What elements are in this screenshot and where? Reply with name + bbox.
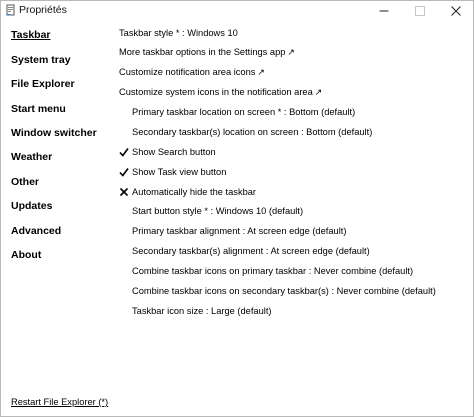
option-primary-taskbar-alignment[interactable]: Primary taskbar alignment : At screen ed… [132,226,346,236]
option-label: Combine taskbar icons on primary taskbar… [132,266,414,276]
restart-explorer-link[interactable]: Restart File Explorer (*) [11,397,108,407]
option-label: Taskbar icon size : Large (default) [132,306,272,316]
option-label: Primary taskbar location on screen * : B… [132,107,356,117]
option-label: Automatically hide the taskbar [132,187,257,197]
option-taskbar-style[interactable]: Taskbar style * : Windows 10 [119,28,238,38]
checkmark-icon [119,168,129,177]
close-icon [451,6,461,16]
option-label: Customize notification area icons [119,67,256,77]
option-secondary-taskbar-location[interactable]: Secondary taskbar(s) location on screen … [132,127,372,137]
title-bar[interactable]: Propriétés [1,1,473,21]
cross-icon [119,187,129,197]
option-label: Combine taskbar icons on secondary taskb… [132,286,436,296]
option-label: Primary taskbar alignment : At screen ed… [132,226,347,236]
minimize-button[interactable] [366,1,402,21]
option-combine-secondary-icons[interactable]: Combine taskbar icons on secondary taskb… [132,286,436,296]
option-label: Customize system icons in the notificati… [119,87,313,97]
option-notification-icons-link[interactable]: Customize notification area icons ↗ [119,67,265,78]
option-start-button-style[interactable]: Start button style * : Windows 10 (defau… [132,206,303,216]
option-label: Secondary taskbar(s) location on screen … [132,127,373,137]
option-label: Secondary taskbar(s) alignment : At scre… [132,246,370,256]
close-button[interactable] [438,1,473,21]
option-settings-app-link[interactable]: More taskbar options in the Settings app… [119,47,295,58]
external-link-icon: ↗ [257,67,265,77]
option-show-task-view-button[interactable]: Show Task view button [132,167,226,177]
properties-window: Propriétés Taskbar System tray File Expl… [0,0,474,417]
checkmark-icon [119,148,129,157]
window-title: Propriétés [19,4,67,16]
options-panel: Taskbar style * : Windows 10 More taskba… [1,23,473,383]
option-primary-taskbar-location[interactable]: Primary taskbar location on screen * : B… [132,107,355,117]
option-label: Show Task view button [132,167,227,177]
option-system-icons-link[interactable]: Customize system icons in the notificati… [119,87,322,98]
option-label: More taskbar options in the Settings app [119,47,286,57]
maximize-icon [415,6,425,16]
app-icon [6,4,15,16]
option-show-search-button[interactable]: Show Search button [132,147,216,157]
external-link-icon: ↗ [314,87,323,97]
external-link-icon: ↗ [287,47,295,57]
option-auto-hide-taskbar[interactable]: Automatically hide the taskbar [132,187,256,197]
option-label: Show Search button [132,147,216,157]
option-combine-primary-icons[interactable]: Combine taskbar icons on primary taskbar… [132,266,413,276]
option-label: Start button style * : Windows 10 (defau… [132,206,304,216]
option-taskbar-icon-size[interactable]: Taskbar icon size : Large (default) [132,306,272,316]
option-label: Taskbar style * : Windows 10 [119,28,238,38]
maximize-button[interactable] [402,1,438,21]
minimize-icon [379,10,389,12]
option-secondary-taskbar-alignment[interactable]: Secondary taskbar(s) alignment : At scre… [132,246,370,256]
